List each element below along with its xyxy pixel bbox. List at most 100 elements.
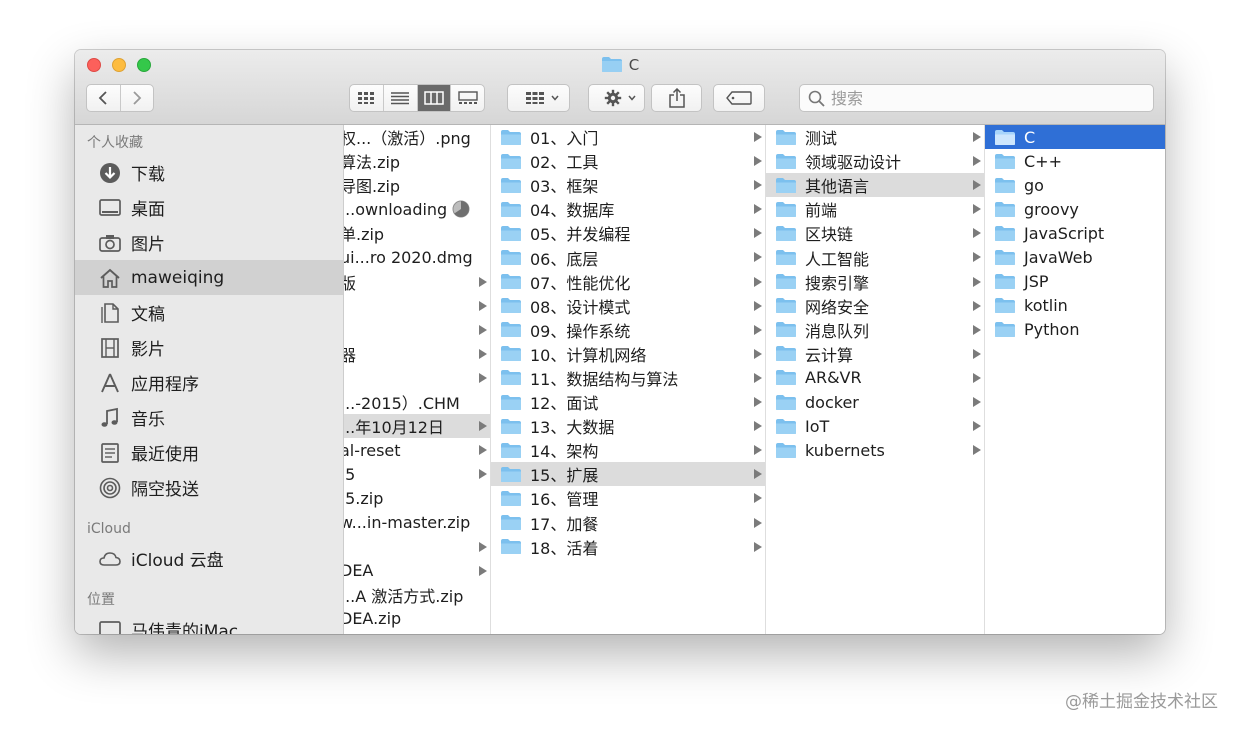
list-item[interactable]: 12、面试	[491, 390, 765, 414]
list-item[interactable]: 搜索引擎	[766, 270, 984, 294]
list-item[interactable]: AR&VR	[766, 366, 984, 390]
column-1[interactable]: 01、入门 02、工具 03、框架 04、数据库 05、并发编程 06、底层 07、性能优化…	[491, 125, 766, 634]
list-item[interactable]: 单.zip	[344, 221, 490, 245]
list-item[interactable]: 08、设计模式	[491, 294, 765, 318]
search-field[interactable]	[799, 84, 1154, 112]
list-item[interactable]: 01、入门	[491, 125, 765, 149]
item-label: ...-2015）.CHM	[344, 394, 460, 414]
sidebar-item[interactable]: 应用程序	[75, 365, 343, 400]
list-item[interactable]: C++	[985, 149, 1165, 173]
list-item[interactable]: ...-2015）.CHM	[344, 390, 490, 414]
list-item[interactable]: 11、数据结构与算法	[491, 366, 765, 390]
sidebar-item[interactable]: maweiqing	[75, 260, 343, 295]
sidebar-item[interactable]: 最近使用	[75, 435, 343, 470]
list-item[interactable]: JavaScript	[985, 221, 1165, 245]
sidebar-item[interactable]: 下载	[75, 155, 343, 190]
list-item[interactable]: 07、性能优化	[491, 270, 765, 294]
list-item[interactable]: go	[985, 173, 1165, 197]
list-view-button[interactable]	[382, 85, 417, 111]
column-view-button[interactable]	[416, 85, 451, 111]
list-item[interactable]	[344, 318, 490, 342]
list-item[interactable]: ...年10月12日	[344, 414, 490, 439]
list-item[interactable]: groovy	[985, 197, 1165, 221]
list-item[interactable]: 权...（激活）.png	[344, 125, 490, 149]
share-button[interactable]	[651, 84, 702, 112]
list-item[interactable]: al-reset	[344, 438, 490, 462]
list-item[interactable]: 02、工具	[491, 149, 765, 173]
list-item[interactable]: 云计算	[766, 342, 984, 366]
column-3[interactable]: C C++ go groovy JavaScript JavaWeb JSP kotlin Py…	[985, 125, 1165, 634]
list-item[interactable]: 消息队列	[766, 318, 984, 342]
list-item[interactable]: 17、加餐	[491, 511, 765, 535]
column-2[interactable]: 测试 领域驱动设计 其他语言 前端 区块链 人工智能 搜索引擎 网络安全 消息队列 云计算 AR&V…	[766, 125, 985, 634]
search-input[interactable]	[831, 88, 1131, 108]
list-item[interactable]: 06、底层	[491, 245, 765, 269]
disclosure-arrow-icon	[479, 348, 487, 359]
list-item[interactable]: 09、操作系统	[491, 318, 765, 342]
list-item[interactable]: 网络安全	[766, 294, 984, 318]
list-item[interactable]: ui...ro 2020.dmg	[344, 245, 490, 269]
disclosure-arrow-icon	[479, 565, 487, 576]
list-item[interactable]	[344, 294, 490, 318]
sidebar-item[interactable]: 文稿	[75, 295, 343, 330]
list-item[interactable]: .5.zip	[344, 486, 490, 510]
list-item[interactable]: 测试	[766, 125, 984, 149]
disclosure-arrow-icon	[479, 276, 487, 287]
list-item[interactable]: 03、框架	[491, 173, 765, 197]
list-item[interactable]: 16、管理	[491, 486, 765, 510]
sidebar-item[interactable]: 隔空投送	[75, 470, 343, 505]
list-item[interactable]: C	[985, 125, 1165, 150]
list-item[interactable]: DEA.zip	[344, 607, 490, 631]
list-item[interactable]: IoT	[766, 414, 984, 438]
list-item[interactable]: 领域驱动设计	[766, 149, 984, 173]
list-item[interactable]: 器	[344, 342, 490, 366]
list-item[interactable]: 05、并发编程	[491, 221, 765, 245]
column-0[interactable]: 权...（激活）.png 算法.zip 导图.zip ...ownloading 单.z…	[344, 125, 491, 634]
list-item[interactable]: JavaWeb	[985, 245, 1165, 269]
sidebar-item[interactable]: 桌面	[75, 190, 343, 225]
list-item[interactable]: 10、计算机网络	[491, 342, 765, 366]
icon-view-button[interactable]	[350, 85, 383, 111]
list-item[interactable]: 区块链	[766, 221, 984, 245]
list-item[interactable]: 14、架构	[491, 438, 765, 462]
list-item[interactable]: 人工智能	[766, 245, 984, 269]
list-item[interactable]	[344, 366, 490, 390]
sidebar-item[interactable]: 马伟青的iMac	[75, 612, 343, 634]
list-item[interactable]: 18、活着	[491, 535, 765, 559]
sidebar-item[interactable]: 图片	[75, 225, 343, 260]
list-item[interactable]: 前端	[766, 197, 984, 221]
back-button[interactable]	[87, 85, 120, 111]
chevron-left-icon	[98, 91, 107, 105]
list-item[interactable]: 导图.zip	[344, 173, 490, 197]
list-item[interactable]: 04、数据库	[491, 197, 765, 221]
disclosure-arrow-icon	[754, 300, 762, 311]
gallery-view-button[interactable]	[450, 85, 484, 111]
list-item[interactable]: w...in-master.zip	[344, 511, 490, 535]
item-label: ui...ro 2020.dmg	[344, 248, 473, 268]
list-item[interactable]: ...A 激活方式.zip	[344, 583, 490, 607]
list-item[interactable]: ...ownloading	[344, 197, 490, 221]
list-item[interactable]	[344, 535, 490, 559]
list-item[interactable]: 其他语言	[766, 173, 984, 198]
list-item[interactable]: Python	[985, 318, 1165, 342]
list-item[interactable]: 算法.zip	[344, 149, 490, 173]
tags-button[interactable]	[713, 84, 765, 112]
list-item[interactable]: .5	[344, 462, 490, 486]
list-item[interactable]: DEA	[344, 559, 490, 583]
folder-icon	[995, 250, 1015, 266]
group-by-button[interactable]	[507, 84, 570, 112]
sidebar-item[interactable]: iCloud 云盘	[75, 541, 343, 576]
list-item[interactable]: 13、大数据	[491, 414, 765, 438]
sidebar-item[interactable]: 影片	[75, 330, 343, 365]
list-item[interactable]: kotlin	[985, 294, 1165, 318]
list-item[interactable]: docker	[766, 390, 984, 414]
list-item[interactable]: 版	[344, 270, 490, 294]
music-icon	[97, 407, 123, 429]
list-item[interactable]: 15、扩展	[491, 462, 765, 487]
sidebar-item[interactable]: 音乐	[75, 400, 343, 435]
list-item[interactable]: kubernets	[766, 438, 984, 462]
forward-button[interactable]	[119, 85, 154, 111]
finder-window: C 搜索 个人收藏 下载 桌面 图片 maweiqing 文稿 影片 应用程序 …	[75, 50, 1165, 634]
list-item[interactable]: JSP	[985, 270, 1165, 294]
action-menu-button[interactable]	[588, 84, 645, 112]
